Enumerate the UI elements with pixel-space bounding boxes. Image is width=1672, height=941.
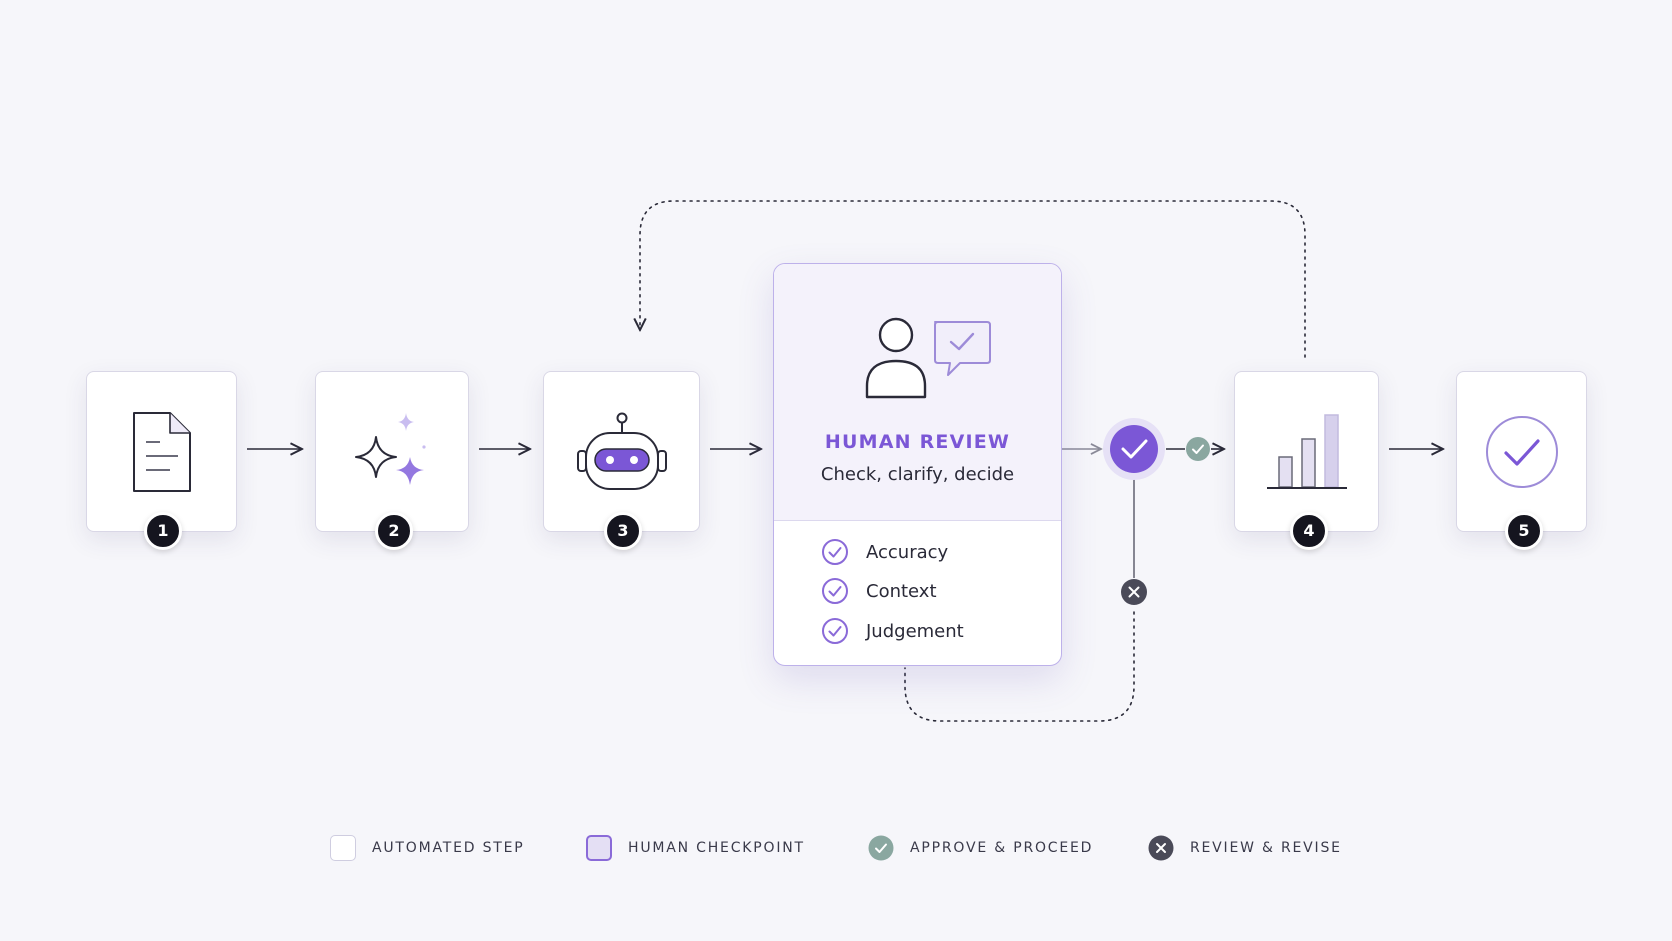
step-4-box[interactable]: 4: [1234, 371, 1379, 550]
automated-step-swatch: [330, 835, 356, 861]
step-1-badge: 1: [144, 512, 182, 550]
check-circle-icon: [1485, 415, 1558, 488]
legend-label: APPROVE & PROCEED: [910, 840, 1094, 856]
legend-approve-proceed: APPROVE & PROCEED: [868, 834, 1093, 862]
sparkles-icon: [355, 412, 426, 485]
criterion-context: Context: [821, 577, 937, 605]
revise-x-icon[interactable]: [1120, 578, 1148, 606]
robot-icon: [576, 412, 667, 490]
step-3-badge: 3: [604, 512, 642, 550]
criterion-label: Context: [866, 580, 937, 602]
human-review-card[interactable]: HUMAN REVIEW Check, clarify, decide Accu…: [773, 263, 1062, 666]
criterion-label: Accuracy: [866, 541, 949, 563]
revise-x-icon: [1148, 835, 1174, 861]
bar-chart-icon: [1266, 413, 1347, 489]
human-checkpoint-swatch: [586, 835, 612, 861]
approve-check-icon: [868, 835, 894, 861]
legend-label: AUTOMATED STEP: [372, 840, 525, 856]
step-5-box[interactable]: 5: [1456, 371, 1587, 550]
legend-human-checkpoint: HUMAN CHECKPOINT: [586, 834, 805, 862]
criterion-label: Judgement: [866, 620, 964, 642]
decision-check-icon[interactable]: [1101, 416, 1167, 482]
legend-review-revise: REVIEW & REVISE: [1148, 834, 1342, 862]
human-review-header: HUMAN REVIEW Check, clarify, decide: [774, 264, 1061, 521]
criterion-accuracy: Accuracy: [821, 538, 948, 566]
step-3-box[interactable]: 3: [543, 371, 700, 550]
legend-automated-step: AUTOMATED STEP: [330, 834, 525, 862]
legend-label: REVIEW & REVISE: [1190, 840, 1342, 856]
criterion-judgement: Judgement: [821, 617, 964, 645]
step-2-box[interactable]: 2: [315, 371, 469, 550]
step-5-badge: 5: [1505, 512, 1543, 550]
step-2-badge: 2: [375, 512, 413, 550]
document-icon: [132, 411, 191, 492]
legend-label: HUMAN CHECKPOINT: [628, 840, 805, 856]
check-circle-icon: [822, 578, 848, 604]
check-circle-icon: [822, 618, 848, 644]
human-review-title: HUMAN REVIEW: [824, 431, 1011, 453]
approve-check-icon[interactable]: [1185, 436, 1211, 462]
person-chat-check-icon: [865, 317, 991, 399]
workflow-diagram: 1 2 3 HUMAN REVIEW Check, clarify, decid…: [0, 0, 1672, 941]
step-4-badge: 4: [1290, 512, 1328, 550]
human-review-subtitle: Check, clarify, decide: [820, 464, 1015, 485]
check-circle-icon: [822, 539, 848, 565]
step-1-box[interactable]: 1: [86, 371, 237, 550]
